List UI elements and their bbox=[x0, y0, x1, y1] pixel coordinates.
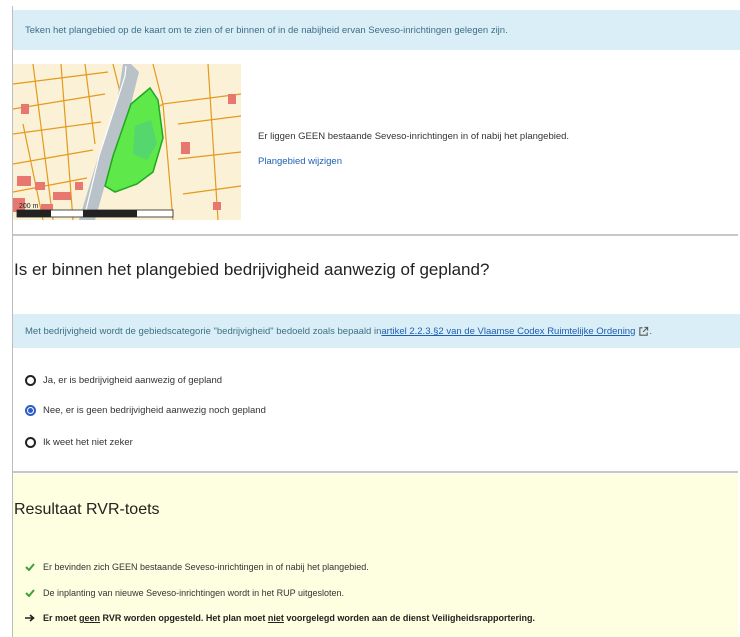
question-info-suffix: . bbox=[649, 325, 653, 337]
map-canvas: 200 m bbox=[13, 64, 241, 220]
radio-no[interactable] bbox=[25, 405, 36, 416]
result-check-1-text: Er bevinden zich GEEN bestaande Seveso-i… bbox=[43, 562, 369, 572]
conclusion-emphasis-geen: geen bbox=[79, 613, 101, 623]
radio-selected-dot bbox=[28, 408, 33, 413]
option-no-label: Nee, er is geen bedrijvigheid aanwezig n… bbox=[43, 405, 266, 416]
plan-area-map[interactable]: 200 m bbox=[13, 64, 241, 220]
checkmark-icon bbox=[25, 589, 37, 597]
option-no[interactable]: Nee, er is geen bedrijvigheid aanwezig n… bbox=[25, 405, 266, 416]
intro-info-box: Teken het plangebied op de kaart om te z… bbox=[13, 10, 740, 50]
result-title: Resultaat RVR-toets bbox=[14, 501, 160, 518]
external-link-icon bbox=[639, 326, 649, 336]
codex-article-link[interactable]: artikel 2.2.3.§2 van de Vlaamse Codex Ru… bbox=[381, 326, 635, 337]
change-plan-area-link[interactable]: Plangebied wijzigen bbox=[258, 156, 342, 167]
option-unsure[interactable]: Ik weet het niet zeker bbox=[25, 437, 133, 448]
result-check-2: De inplanting van nieuwe Seveso-inrichti… bbox=[25, 588, 344, 598]
question-title: Is er binnen het plangebied bedrijvighei… bbox=[14, 260, 490, 279]
result-conclusion: Er moet geen RVR worden opgesteld. Het p… bbox=[25, 613, 535, 623]
question-info-box: Met bedrijvigheid wordt de gebiedscatego… bbox=[13, 314, 740, 348]
radio-unsure[interactable] bbox=[25, 437, 36, 448]
conclusion-emphasis-niet: niet bbox=[267, 613, 284, 623]
conclusion-part-2: RVR worden opgesteld. Het plan moet bbox=[100, 613, 268, 623]
section-divider-2 bbox=[13, 471, 738, 473]
conclusion-part-3: voorgelegd worden aan de dienst Veilighe… bbox=[283, 613, 535, 623]
map-scale-label: 200 m bbox=[19, 203, 39, 210]
result-check-2-text: De inplanting van nieuwe Seveso-inrichti… bbox=[43, 588, 345, 598]
option-yes[interactable]: Ja, er is bedrijvigheid aanwezig of gepl… bbox=[25, 375, 222, 386]
conclusion-part-1: Er moet bbox=[43, 613, 80, 623]
question-info-prefix: Met bedrijvigheid wordt de gebiedscatego… bbox=[25, 325, 382, 337]
option-unsure-label: Ik weet het niet zeker bbox=[43, 437, 133, 448]
result-check-1: Er bevinden zich GEEN bestaande Seveso-i… bbox=[25, 562, 369, 572]
intro-text: Teken het plangebied op de kaart om te z… bbox=[25, 24, 508, 36]
radio-yes[interactable] bbox=[25, 375, 36, 386]
seveso-message: Er liggen GEEN bestaande Seveso-inrichti… bbox=[258, 131, 570, 142]
codex-article-link-text: artikel 2.2.3.§2 van de Vlaamse Codex Ru… bbox=[381, 325, 636, 337]
arrow-right-icon bbox=[25, 614, 37, 622]
checkmark-icon bbox=[25, 563, 37, 571]
option-yes-label: Ja, er is bedrijvigheid aanwezig of gepl… bbox=[43, 375, 223, 386]
section-divider-1 bbox=[13, 234, 738, 236]
